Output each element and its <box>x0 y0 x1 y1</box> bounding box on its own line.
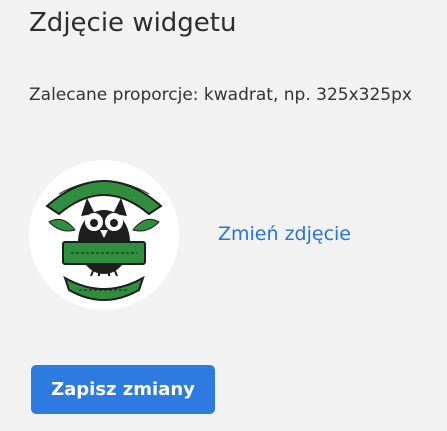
aspect-ratio-hint: Zalecane proporcje: kwadrat, np. 325x325… <box>29 85 412 105</box>
owl-logo-icon <box>45 180 163 301</box>
widget-photo-preview <box>29 160 179 310</box>
save-changes-button[interactable]: Zapisz zmiany <box>31 365 215 414</box>
change-photo-link[interactable]: Zmień zdjęcie <box>218 223 351 245</box>
section-title: Zdjęcie widgetu <box>29 8 237 38</box>
